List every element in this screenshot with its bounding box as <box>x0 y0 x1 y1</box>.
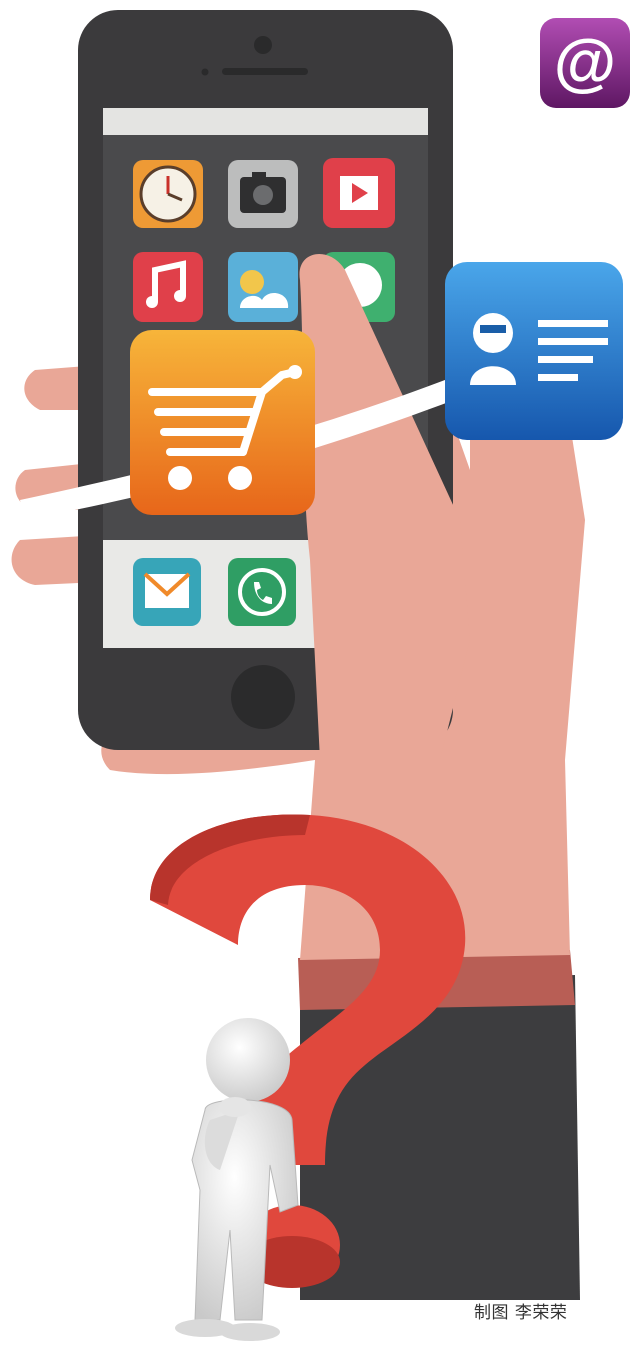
credit-caption: 制图 李荣荣 <box>474 1303 568 1323</box>
music-note-icon <box>133 252 203 322</box>
shopping-cart-icon <box>130 330 315 515</box>
speaker-grille <box>222 68 308 75</box>
front-camera <box>254 36 272 54</box>
weather-icon <box>228 252 298 322</box>
illustration: @ <box>11 10 630 1341</box>
svg-text:@: @ <box>554 26 616 98</box>
clock-icon <box>133 160 203 228</box>
status-bar <box>103 108 428 135</box>
home-button <box>231 665 295 729</box>
thinking-person-figure <box>175 1018 299 1341</box>
phone-call-icon <box>228 558 296 626</box>
mail-icon <box>133 558 201 626</box>
camera-icon <box>228 160 298 228</box>
video-play-icon <box>323 158 395 228</box>
contact-card-icon <box>445 262 623 440</box>
at-sign-icon: @ <box>540 18 630 108</box>
